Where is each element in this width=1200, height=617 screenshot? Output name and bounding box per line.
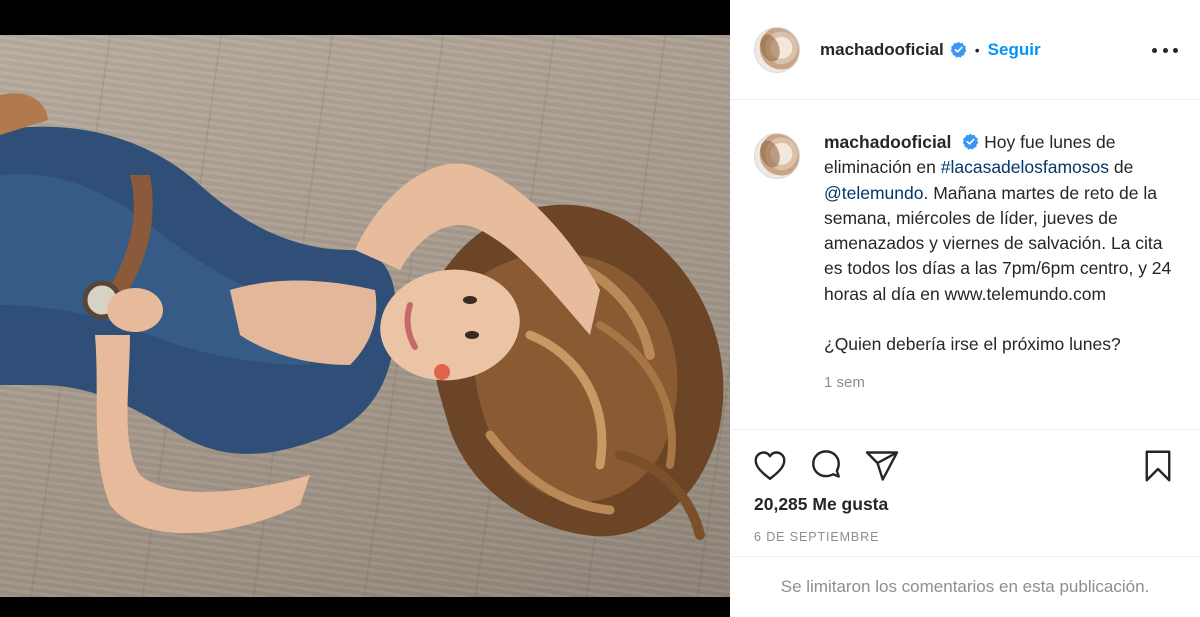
caption-username[interactable]: machadooficial <box>824 132 951 152</box>
heart-icon[interactable] <box>752 448 788 484</box>
follow-button[interactable]: Seguir <box>988 40 1041 60</box>
photo-illustration <box>0 93 724 540</box>
more-options-icon[interactable] <box>1152 38 1178 62</box>
caption-text: machadooficial Hoy fue lunes de eliminac… <box>824 130 1176 395</box>
action-bar <box>730 430 1200 500</box>
caption-question: ¿Quien debería irse el próximo lunes? <box>824 334 1121 355</box>
caption-author-avatar[interactable] <box>754 133 800 179</box>
likes-count[interactable]: 20,285 Me gusta <box>754 494 888 515</box>
post-header: machadooficial • Seguir <box>730 0 1200 100</box>
post-photo[interactable] <box>0 35 730 597</box>
mention-link[interactable]: @telemundo <box>824 183 924 203</box>
caption-timestamp[interactable]: 1 sem <box>824 370 1176 395</box>
bookmark-icon[interactable] <box>1140 448 1176 484</box>
caption-text-part: de <box>1109 157 1134 178</box>
header-separator: • <box>974 41 980 58</box>
author-username[interactable]: machadooficial <box>820 40 944 60</box>
hashtag-link[interactable]: #lacasadelosfamosos <box>941 157 1109 177</box>
post-photo-container <box>0 0 730 617</box>
verified-badge-icon <box>950 41 967 58</box>
verified-badge-icon <box>962 133 979 150</box>
author-avatar[interactable] <box>754 26 800 73</box>
paper-plane-icon[interactable] <box>864 448 900 484</box>
comments-limited-notice: Se limitaron los comentarios en esta pub… <box>730 556 1200 617</box>
comment-bubble-icon[interactable] <box>808 448 844 484</box>
caption-section: machadooficial Hoy fue lunes de eliminac… <box>730 100 1200 430</box>
post-details-panel: machadooficial • Seguir machadooficial H… <box>730 0 1200 617</box>
post-date[interactable]: 6 DE SEPTIEMBRE <box>754 530 879 544</box>
